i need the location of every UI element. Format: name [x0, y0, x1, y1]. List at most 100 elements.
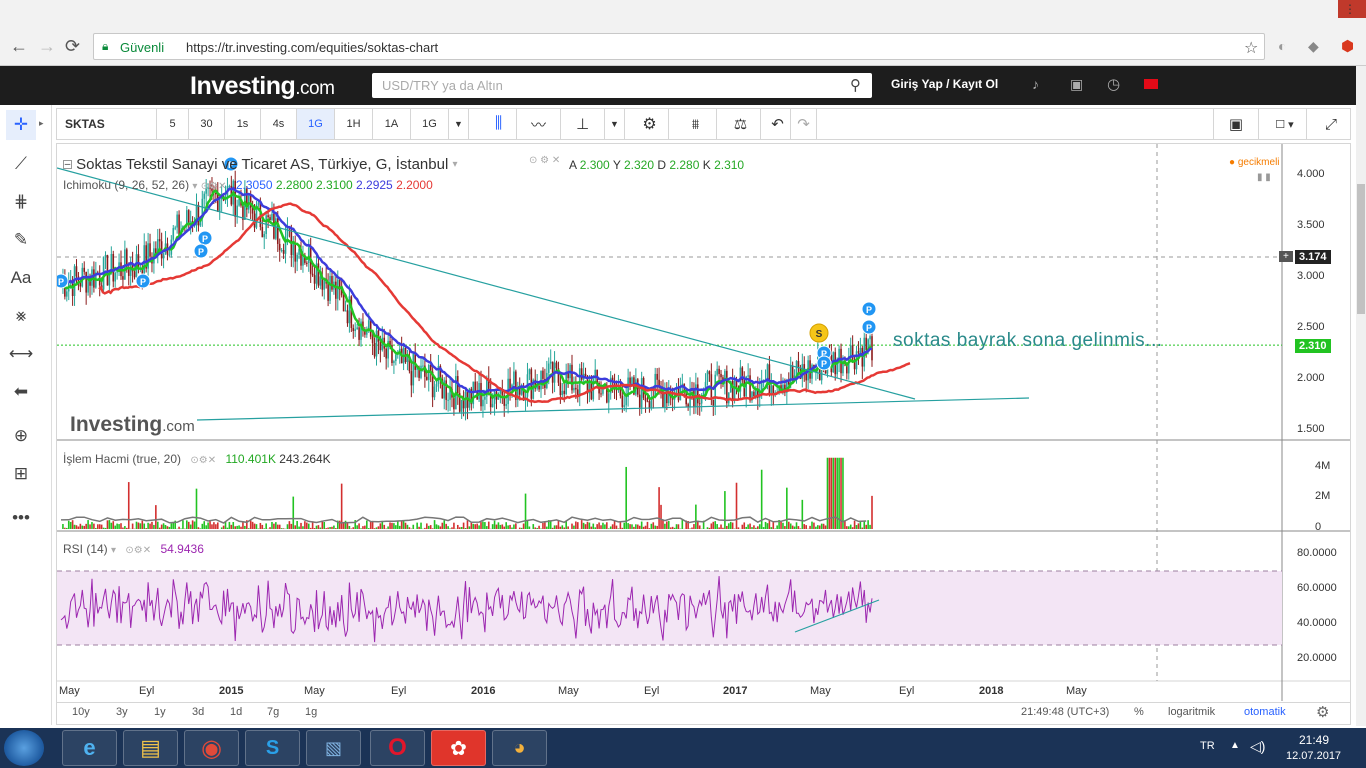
fibonacci-icon[interactable]: ⋕	[6, 187, 36, 217]
ruler-icon[interactable]: ⊞	[6, 459, 36, 489]
volume-bar	[93, 523, 95, 529]
candle-body	[607, 393, 610, 403]
text-tool-icon[interactable]: Aa	[6, 263, 36, 293]
range-3y[interactable]: 3y	[116, 706, 128, 718]
measure-icon[interactable]: ⟷	[6, 339, 36, 369]
collapse-icon[interactable]: –	[63, 160, 72, 170]
bell-icon[interactable]: ♪	[1032, 76, 1039, 92]
range-10y[interactable]: 10y	[72, 706, 90, 718]
interval-1s[interactable]: 1s	[225, 109, 261, 139]
login-link[interactable]: Giriş Yap / Kayıt Ol	[891, 77, 998, 91]
candle-body	[714, 374, 717, 406]
chart-area[interactable]: PPPPPPPPPS – Soktas Tekstil Sanayi ve Ti…	[56, 143, 1351, 725]
chart-canvas[interactable]: P PPPPPPPPS	[57, 144, 1350, 724]
interval-5[interactable]: 5	[157, 109, 189, 139]
redo-icon[interactable]: ↷	[791, 109, 817, 139]
candle-body	[189, 221, 192, 223]
menu-icon[interactable]: ⋮	[1344, 2, 1356, 16]
line-chart-icon[interactable]: 〰	[517, 109, 561, 139]
start-button-icon[interactable]	[4, 730, 44, 766]
symbol-input[interactable]: SKTAS	[57, 109, 157, 139]
percent-toggle[interactable]: %	[1134, 706, 1144, 718]
interval-1g[interactable]: 1G	[297, 109, 335, 139]
chart-annotation[interactable]: soktas bayrak sona gelinmis...	[893, 330, 1163, 352]
app-icon[interactable]: ✿	[431, 730, 486, 766]
range-7g[interactable]: 7g	[267, 706, 279, 718]
candle-body	[216, 194, 219, 212]
interval-30[interactable]: 30	[189, 109, 225, 139]
candles-icon[interactable]: ⫼	[481, 109, 517, 139]
gear-icon[interactable]: ⚙	[631, 109, 669, 139]
layout-select-icon[interactable]: ☐ ▾	[1263, 109, 1307, 139]
volume-bar	[737, 527, 740, 529]
zoom-icon[interactable]: ⊕	[6, 421, 36, 451]
interval-dropdown-icon[interactable]: ▼	[449, 109, 469, 139]
paint-icon[interactable]: ◕	[492, 730, 547, 766]
extension-icon[interactable]: ◆	[1308, 38, 1319, 55]
log-toggle[interactable]: logaritmik	[1168, 706, 1215, 718]
tray-time[interactable]: 21:49	[1299, 733, 1329, 747]
skype-icon[interactable]: S	[245, 730, 300, 766]
interval-1g-alt[interactable]: 1G	[411, 109, 449, 139]
gear-icon[interactable]: ⚙	[1316, 703, 1329, 721]
compare-icon[interactable]: ⚖	[721, 109, 761, 139]
volume-icon[interactable]: ◁)	[1250, 738, 1265, 755]
tray-arrow-icon[interactable]: ▲	[1230, 740, 1240, 751]
forward-icon[interactable]: →	[38, 36, 56, 57]
indicators-icon[interactable]: ⩩	[675, 109, 717, 139]
scale-buttons-icon[interactable]: ▮ ▮	[1257, 172, 1271, 183]
time-tick: May	[59, 685, 80, 697]
range-1y[interactable]: 1y	[154, 706, 166, 718]
volume-bar	[449, 528, 451, 529]
range-3d[interactable]: 3d	[192, 706, 204, 718]
star-icon[interactable]: ☆	[1244, 38, 1258, 58]
brush-icon[interactable]: ✎	[6, 225, 36, 255]
search-icon[interactable]: ⚲	[850, 76, 861, 94]
fullscreen-icon[interactable]: ⤢	[1311, 109, 1351, 139]
auto-toggle[interactable]: otomatik	[1244, 706, 1286, 718]
page-scrollbar[interactable]	[1356, 66, 1366, 726]
opera-icon[interactable]: O	[370, 730, 425, 766]
camera-icon[interactable]: ▣	[1213, 109, 1259, 139]
language-indicator[interactable]: TR	[1200, 740, 1215, 752]
photo-viewer-icon[interactable]: ▧	[306, 730, 361, 766]
candle-body	[358, 327, 360, 340]
crosshair-add-icon[interactable]: +	[1279, 251, 1293, 262]
back-icon[interactable]: ←	[10, 36, 28, 57]
extension-icon[interactable]: ◐	[1278, 38, 1286, 54]
address-bar[interactable]: 🔒︎ Güvenli https://tr.investing.com/equi…	[93, 33, 1265, 60]
tray-date[interactable]: 12.07.2017	[1286, 750, 1341, 762]
range-bar	[57, 702, 1350, 724]
extension-icon[interactable]: ⬢	[1341, 37, 1354, 55]
pattern-icon[interactable]: ⨳	[6, 301, 36, 331]
interval-1a[interactable]: 1A	[373, 109, 411, 139]
volume-bar	[325, 528, 327, 529]
site-logo[interactable]: Investing.com	[190, 72, 335, 101]
trendline-icon[interactable]: ⟋	[6, 149, 36, 179]
volume-bar	[389, 522, 391, 529]
more-icon[interactable]: •••	[6, 503, 36, 533]
ichimoku-legend: Ichimoku (9, 26, 52, 26) ▾ ⊙⚙✕ 2.3050 2.…	[63, 178, 433, 192]
volume-bar	[482, 521, 484, 529]
bars-icon[interactable]: ⊥	[561, 109, 605, 139]
undo-icon[interactable]: ↶	[765, 109, 791, 139]
arrow-left-icon[interactable]: ⬅	[6, 377, 36, 407]
folder-icon[interactable]: ▤	[123, 730, 178, 766]
crosshair-icon[interactable]: ✛	[6, 110, 36, 140]
chart-type-dropdown-icon[interactable]: ▼	[605, 109, 625, 139]
ie-icon[interactable]: e	[62, 730, 117, 766]
chevron-down-icon[interactable]: ▾	[452, 159, 457, 170]
interval-4s[interactable]: 4s	[261, 109, 297, 139]
chrome-icon[interactable]: ◉	[184, 730, 239, 766]
range-1g[interactable]: 1g	[305, 706, 317, 718]
volume-bar	[803, 524, 806, 529]
range-1d[interactable]: 1d	[230, 706, 242, 718]
portfolio-icon[interactable]: ▣	[1070, 76, 1083, 93]
clock-icon[interactable]: ◷	[1107, 75, 1120, 93]
interval-1h[interactable]: 1H	[335, 109, 373, 139]
site-search-input[interactable]: USD/TRY ya da Altın ⚲	[372, 73, 872, 98]
chevron-right-icon[interactable]: ▸	[39, 118, 44, 129]
window-controls[interactable]	[1310, 0, 1366, 18]
flag-icon[interactable]	[1144, 79, 1158, 89]
reload-icon[interactable]: ⟳	[65, 36, 80, 57]
